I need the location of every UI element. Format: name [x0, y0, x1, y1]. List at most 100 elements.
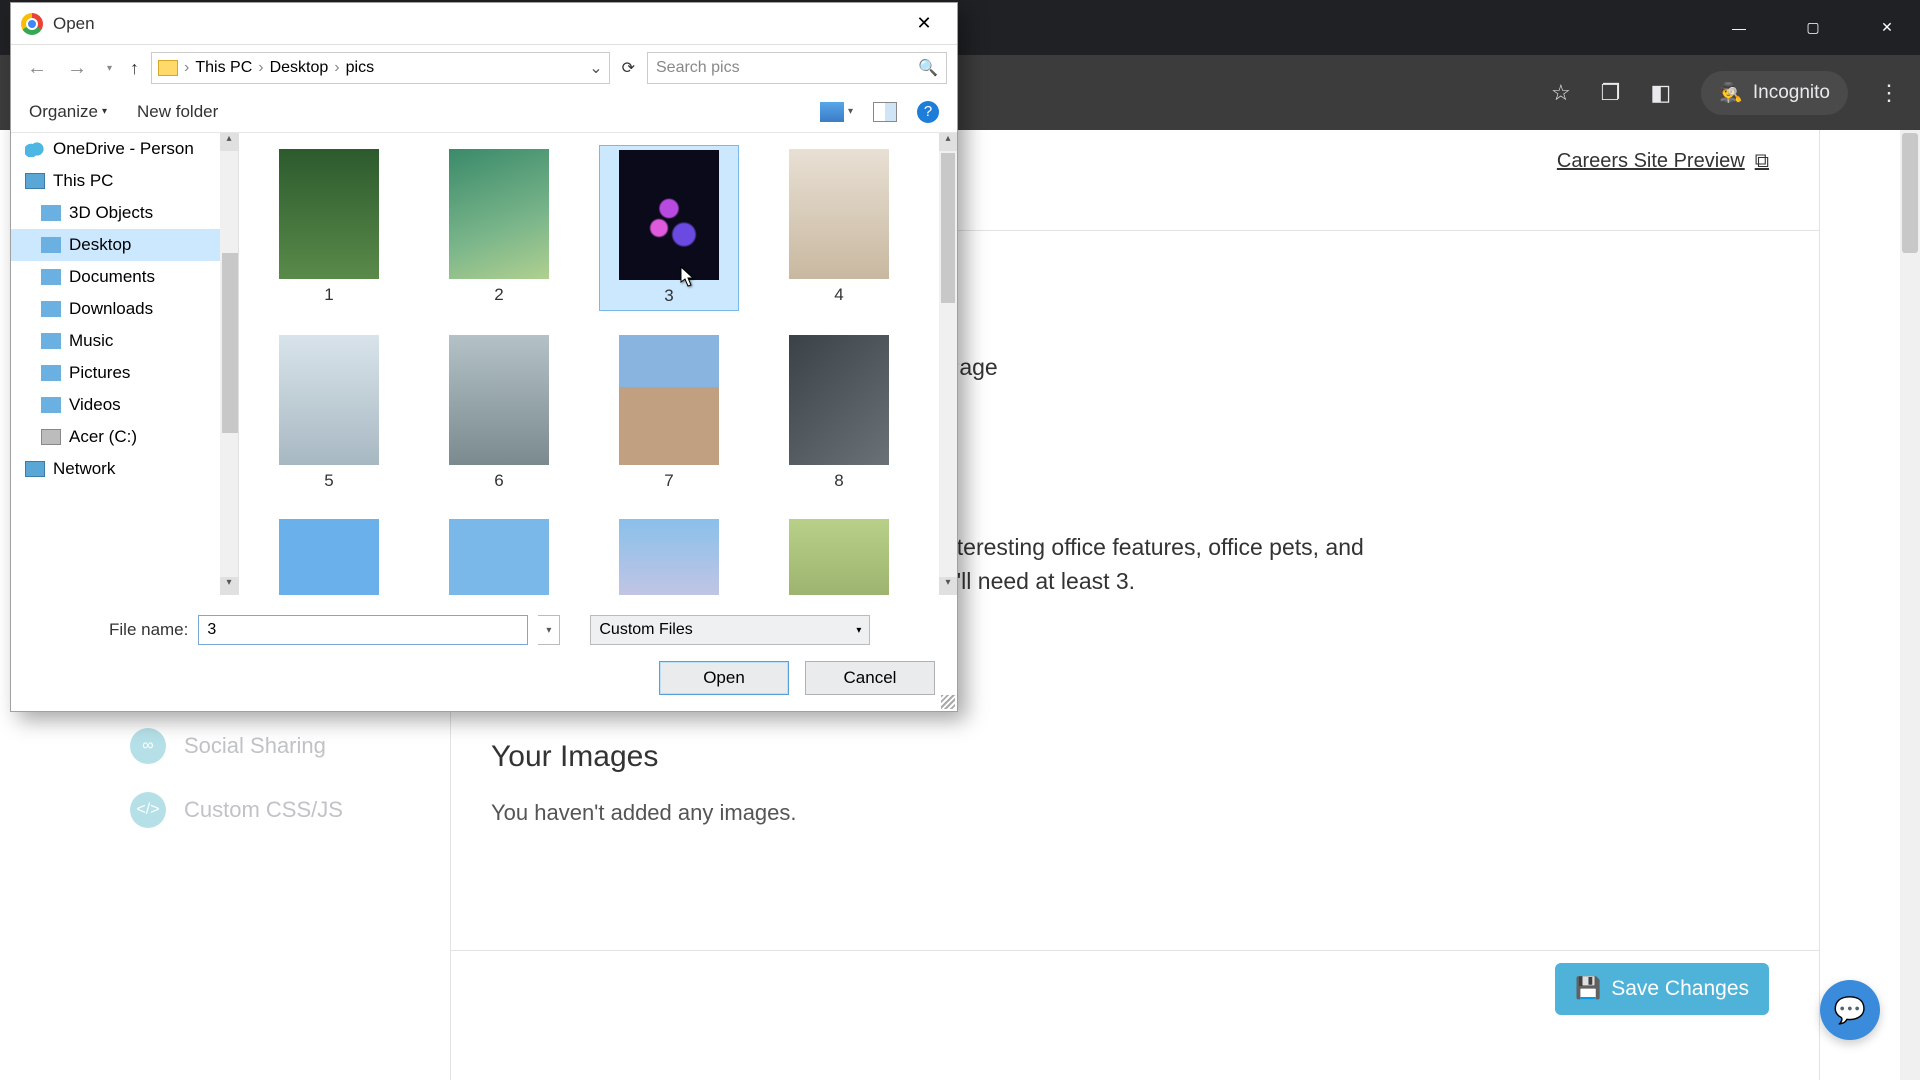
chevron-down-icon: ▾: [848, 106, 853, 117]
tree-item-label: Videos: [69, 395, 121, 415]
open-button[interactable]: Open: [659, 661, 789, 695]
tree-item-network[interactable]: Network: [11, 453, 238, 485]
file-item[interactable]: [769, 515, 909, 595]
help-button[interactable]: ?: [917, 101, 939, 123]
sidebar-item-label: Social Sharing: [184, 733, 326, 759]
file-thumbnail: [789, 335, 889, 465]
window-minimize-button[interactable]: —: [1716, 12, 1762, 44]
file-item[interactable]: 5: [259, 331, 399, 495]
file-name-input[interactable]: [198, 615, 528, 645]
tree-item-label: Documents: [69, 267, 155, 287]
tree-scrollbar[interactable]: ▴▾: [220, 133, 238, 595]
nav-back-button[interactable]: ←: [21, 53, 53, 84]
browser-menu-button[interactable]: ⋮: [1878, 80, 1900, 106]
view-mode-button[interactable]: ▾: [820, 102, 853, 122]
breadcrumb-segment[interactable]: pics: [346, 59, 374, 77]
sidebar-item-social-sharing[interactable]: ∞ Social Sharing: [100, 714, 450, 778]
save-changes-button[interactable]: 💾 Save Changes: [1555, 963, 1769, 1015]
file-thumbnail: [279, 335, 379, 465]
chevron-right-icon: ›: [258, 59, 263, 77]
files-scrollbar[interactable]: ▴ ▾: [939, 133, 957, 595]
breadcrumb-segment[interactable]: This PC: [195, 59, 252, 77]
page-scrollbar[interactable]: [1900, 130, 1920, 1080]
refresh-button[interactable]: ⟳: [618, 58, 639, 78]
file-item[interactable]: 7: [599, 331, 739, 495]
sidebar-item-custom-css[interactable]: </> Custom CSS/JS: [100, 778, 450, 842]
file-item[interactable]: 1: [259, 145, 399, 311]
tree-item-downloads[interactable]: Downloads: [11, 293, 238, 325]
background-text-fragment: u'll need at least 3.: [944, 564, 1135, 599]
organize-button[interactable]: Organize ▾: [29, 102, 107, 122]
chat-widget-button[interactable]: 💬: [1820, 980, 1880, 1040]
dialog-toolbar: Organize ▾ New folder ▾ ?: [11, 91, 957, 133]
file-item[interactable]: 3: [599, 145, 739, 311]
chevron-down-icon: ▾: [102, 106, 107, 117]
view-icon: [820, 102, 844, 122]
file-item[interactable]: [599, 515, 739, 595]
file-item[interactable]: [429, 515, 569, 595]
tree-item-label: This PC: [53, 171, 113, 191]
search-input[interactable]: Search pics 🔍: [647, 52, 947, 84]
new-folder-button[interactable]: New folder: [137, 102, 218, 122]
tree-item-videos[interactable]: Videos: [11, 389, 238, 421]
preview-pane-button[interactable]: [873, 102, 897, 122]
scroll-down-icon[interactable]: ▾: [939, 577, 957, 595]
careers-preview-link[interactable]: Careers Site Preview ⧉: [1557, 150, 1769, 173]
incognito-indicator[interactable]: 🕵 Incognito: [1701, 71, 1848, 115]
tree-item-onedrive-person[interactable]: OneDrive - Person: [11, 133, 238, 165]
folder-tree: OneDrive - Person This PC 3D Objects Deskto…: [11, 133, 239, 595]
file-item[interactable]: 2: [429, 145, 569, 311]
link-label: Careers Site Preview: [1557, 150, 1745, 173]
sidebar-item-label: Custom CSS/JS: [184, 797, 343, 823]
window-close-button[interactable]: ✕: [1864, 12, 1910, 44]
tree-item-this-pc[interactable]: This PC: [11, 165, 238, 197]
file-item[interactable]: [259, 515, 399, 595]
folder-icon: [41, 397, 61, 413]
folder-icon: [41, 205, 61, 221]
bookmark-star-icon[interactable]: ☆: [1551, 80, 1571, 106]
your-images-heading: Your Images: [491, 740, 658, 774]
tree-item-3d-objects[interactable]: 3D Objects: [11, 197, 238, 229]
tree-item-music[interactable]: Music: [11, 325, 238, 357]
file-label: 5: [324, 471, 333, 491]
window-maximize-button[interactable]: ▢: [1790, 12, 1836, 44]
cancel-button[interactable]: Cancel: [805, 661, 935, 695]
scrollbar-thumb[interactable]: [941, 153, 955, 303]
breadcrumb-segment[interactable]: Desktop: [270, 59, 329, 77]
file-thumbnail: [619, 519, 719, 595]
scrollbar-thumb[interactable]: [222, 253, 239, 433]
tree-item-documents[interactable]: Documents: [11, 261, 238, 293]
file-label: 3: [664, 286, 673, 306]
breadcrumb-bar[interactable]: › This PC › Desktop › pics ⌄: [151, 52, 610, 84]
tree-item-label: Network: [53, 459, 115, 479]
file-name-row: File name: ▾ Custom Files ▾: [29, 615, 939, 645]
tree-item-desktop[interactable]: Desktop: [11, 229, 238, 261]
chevron-right-icon: ›: [184, 59, 189, 77]
file-name-dropdown[interactable]: ▾: [538, 615, 560, 645]
file-label: 1: [324, 285, 333, 305]
tree-item-pictures[interactable]: Pictures: [11, 357, 238, 389]
tree-item-label: 3D Objects: [69, 203, 153, 223]
file-item[interactable]: 6: [429, 331, 569, 495]
scroll-up-icon[interactable]: ▴: [220, 133, 238, 151]
dialog-body: OneDrive - Person This PC 3D Objects Deskto…: [11, 133, 957, 595]
side-panel-icon[interactable]: ◧: [1650, 80, 1671, 106]
scroll-up-icon[interactable]: ▴: [939, 133, 957, 151]
file-item[interactable]: 8: [769, 331, 909, 495]
chrome-logo-icon: [21, 13, 43, 35]
file-label: 6: [494, 471, 503, 491]
scrollbar-thumb[interactable]: [1902, 133, 1918, 253]
scroll-down-icon[interactable]: ▾: [220, 577, 238, 595]
nav-history-dropdown[interactable]: ▾: [101, 59, 118, 78]
dialog-close-button[interactable]: ✕: [901, 8, 947, 40]
file-item[interactable]: 4: [769, 145, 909, 311]
nav-up-button[interactable]: ↑: [126, 54, 143, 83]
tree-item-acer-c-[interactable]: Acer (C:): [11, 421, 238, 453]
resize-grip[interactable]: [941, 695, 955, 709]
breadcrumb-dropdown[interactable]: ⌄: [589, 58, 602, 78]
extensions-icon[interactable]: ❐: [1601, 80, 1621, 106]
file-type-select[interactable]: Custom Files ▾: [590, 615, 870, 645]
search-placeholder: Search pics: [656, 59, 740, 77]
file-thumbnail: [789, 519, 889, 595]
external-link-icon: ⧉: [1755, 150, 1769, 173]
